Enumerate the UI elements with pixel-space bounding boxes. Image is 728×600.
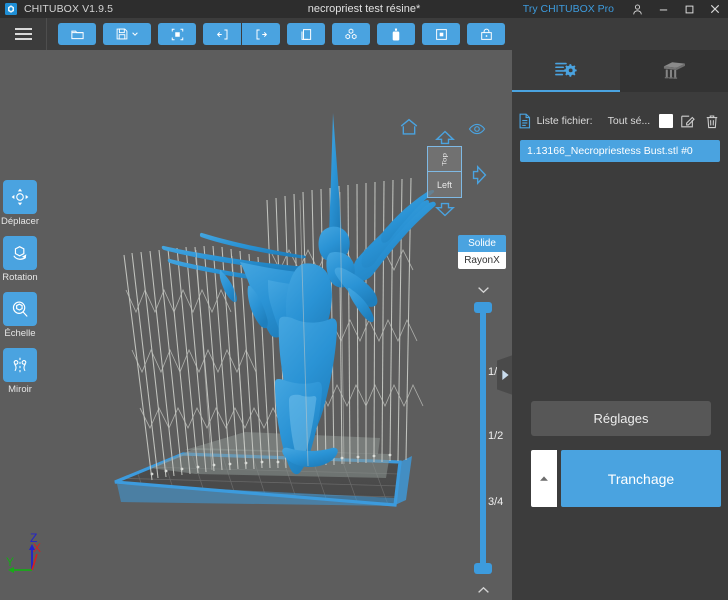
user-icon[interactable] — [624, 0, 650, 18]
slider-mark-three-quarter: 3/4 — [488, 496, 504, 508]
slider-track[interactable] — [480, 306, 486, 574]
chitubox-window: CHITUBOX V1.9.5 necropriest test résine*… — [0, 0, 728, 600]
right-panel-tabs — [512, 50, 728, 92]
app-name-label: CHITUBOX V1.9.5 — [24, 3, 114, 15]
select-all-checkbox[interactable] — [659, 114, 674, 128]
scale-magnifier-icon — [3, 292, 37, 326]
import-button[interactable] — [203, 23, 241, 45]
render-mode-toggle: Solide RayonX — [458, 235, 506, 269]
select-all-label: Tout sé... — [607, 115, 651, 127]
resin-button[interactable] — [377, 23, 415, 45]
title-bar: CHITUBOX V1.9.5 necropriest test résine*… — [0, 0, 728, 18]
export-button[interactable] — [242, 23, 280, 45]
slider-mark-half: 1/2 — [488, 430, 504, 442]
render-mode-solid[interactable]: Solide — [458, 235, 506, 252]
minimize-icon[interactable] — [650, 0, 676, 18]
3d-viewport[interactable]: Déplacer Rotation Échelle Miroir Z Y X T… — [0, 50, 512, 600]
tab-supports[interactable] — [620, 50, 728, 92]
caret-up-icon[interactable] — [531, 450, 557, 507]
file-list-label: Liste fichier: — [536, 115, 593, 127]
nav-arrow-right-icon[interactable] — [472, 164, 487, 191]
rotate-cube-icon — [3, 236, 37, 270]
axis-gizmo: Z Y X — [6, 531, 41, 573]
nav-arrow-down-icon[interactable] — [434, 202, 456, 222]
tool-rotate-label: Rotation — [2, 272, 38, 283]
mirror-flip-icon — [3, 348, 37, 382]
main-toolbar — [0, 18, 728, 50]
axis-x-label: X — [33, 541, 41, 555]
layer-range-slider[interactable]: 1/4 1/2 3/4 — [466, 282, 504, 600]
try-pro-link[interactable]: Try CHITUBOX Pro — [523, 3, 614, 15]
panel-expand-arrow-icon[interactable] — [497, 355, 512, 395]
home-icon[interactable] — [398, 116, 420, 143]
open-file-button[interactable] — [58, 23, 96, 45]
fit-to-plate-button[interactable] — [158, 23, 196, 45]
printer-button[interactable] — [422, 23, 460, 45]
view-cube-front-face[interactable]: Left — [428, 172, 461, 197]
save-file-button[interactable] — [103, 23, 151, 45]
close-icon[interactable] — [702, 0, 728, 18]
copy-button[interactable] — [287, 23, 325, 45]
view-cube-top-label: Top — [440, 152, 449, 166]
hamburger-menu-icon[interactable] — [0, 18, 46, 50]
edit-pencil-icon[interactable] — [678, 111, 697, 131]
file-list-header: Liste fichier: Tout sé... — [512, 108, 728, 134]
slider-handle-bottom[interactable] — [474, 563, 492, 574]
tool-scale-label: Échelle — [4, 328, 36, 339]
tab-slice-settings[interactable] — [512, 50, 620, 92]
chevron-down-icon — [132, 32, 138, 36]
tool-move[interactable]: Déplacer — [0, 180, 40, 227]
view-cube-front-label: Left — [436, 179, 452, 190]
window-controls: Try CHITUBOX Pro — [523, 0, 728, 18]
file-list-item[interactable]: 1.13166_Necropriestess Bust.stl #0 — [520, 140, 720, 162]
trash-bin-icon[interactable] — [703, 111, 722, 131]
support-pillars-icon — [663, 62, 685, 79]
view-cube-top-face[interactable]: Top — [428, 147, 461, 172]
view-cube[interactable]: Top Left — [427, 146, 462, 198]
left-tool-rail: Déplacer Rotation Échelle Miroir — [0, 180, 40, 395]
tool-move-label: Déplacer — [0, 216, 40, 227]
settings-button[interactable]: Réglages — [531, 401, 711, 436]
tool-scale[interactable]: Échelle — [0, 292, 40, 339]
axis-y-label: Y — [6, 555, 14, 569]
chevron-down-icon[interactable] — [466, 282, 500, 298]
arrange-button[interactable] — [332, 23, 370, 45]
tool-mirror-label: Miroir — [8, 384, 32, 395]
toolbar-button-group — [47, 23, 505, 45]
chitubox-logo-icon — [5, 3, 17, 15]
move-arrows-icon — [3, 180, 37, 214]
maximize-icon[interactable] — [676, 0, 702, 18]
eye-visibility-icon[interactable] — [468, 120, 486, 143]
slice-action-row: Tranchage — [531, 450, 721, 507]
slice-button[interactable]: Tranchage — [561, 450, 721, 507]
right-panel: Liste fichier: Tout sé... 1.13166_Necrop… — [512, 50, 728, 600]
sliders-gear-icon — [555, 62, 577, 77]
render-mode-xray[interactable]: RayonX — [458, 252, 506, 269]
tool-rotate[interactable]: Rotation — [0, 236, 40, 283]
import-export-group — [203, 23, 280, 45]
tool-mirror[interactable]: Miroir — [0, 348, 40, 395]
slider-handle-top[interactable] — [474, 302, 492, 313]
lock-button[interactable] — [467, 23, 505, 45]
document-icon — [519, 113, 531, 129]
chevron-up-icon[interactable] — [466, 582, 500, 598]
